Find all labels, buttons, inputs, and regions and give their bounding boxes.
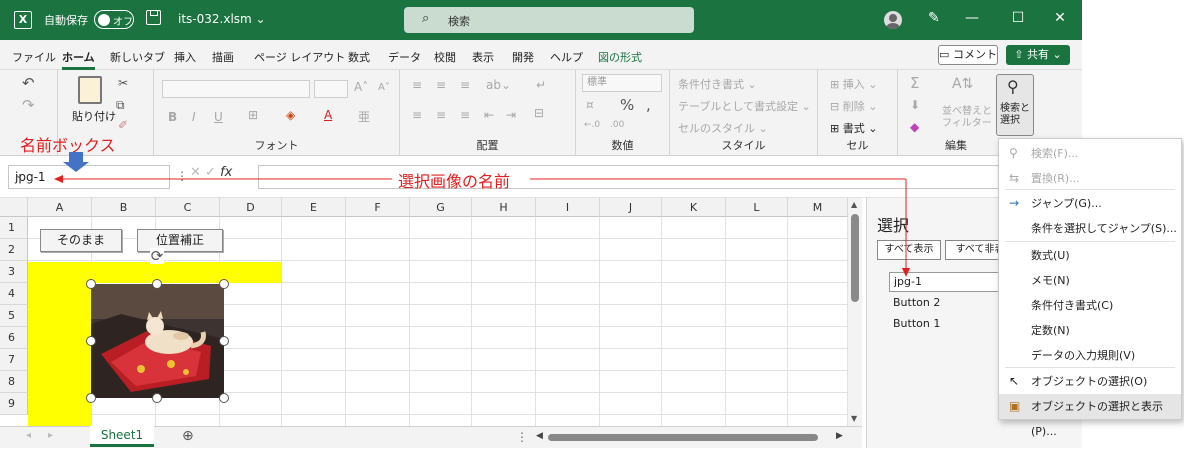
annotation-arrows [54,152,910,277]
down-arrow-icon [63,152,89,172]
